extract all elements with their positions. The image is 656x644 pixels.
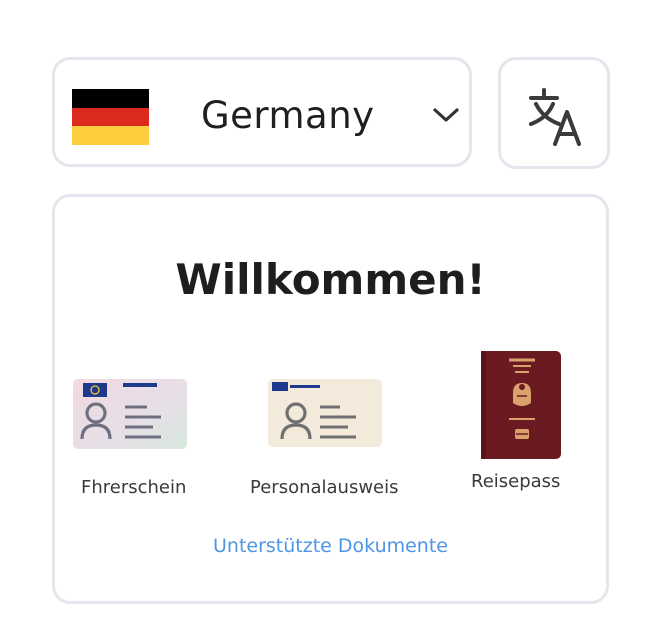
id-card-icon xyxy=(268,379,382,447)
document-option-passport[interactable]: Reisepass xyxy=(467,351,577,497)
country-select[interactable]: Germany xyxy=(52,57,472,167)
welcome-title: Willkommen! xyxy=(175,255,486,304)
welcome-card: Willkommen! Fhrerschein Personalausweis … xyxy=(52,194,609,604)
language-button[interactable] xyxy=(498,57,610,169)
drivers-license-icon xyxy=(73,379,187,449)
passport-icon xyxy=(481,351,561,459)
document-label: Personalausweis xyxy=(250,477,399,498)
document-option-drivers-license[interactable]: Fhrerschein xyxy=(73,379,191,499)
chevron-down-icon xyxy=(433,108,459,122)
translate-icon xyxy=(529,88,581,146)
document-label: Reisepass xyxy=(471,471,561,492)
document-label: Fhrerschein xyxy=(81,477,187,498)
germany-flag-icon xyxy=(72,89,149,145)
country-label: Germany xyxy=(201,94,375,137)
supported-documents-link[interactable]: Unterstützte Dokumente xyxy=(55,535,606,557)
document-option-id-card[interactable]: Personalausweis xyxy=(248,377,408,499)
